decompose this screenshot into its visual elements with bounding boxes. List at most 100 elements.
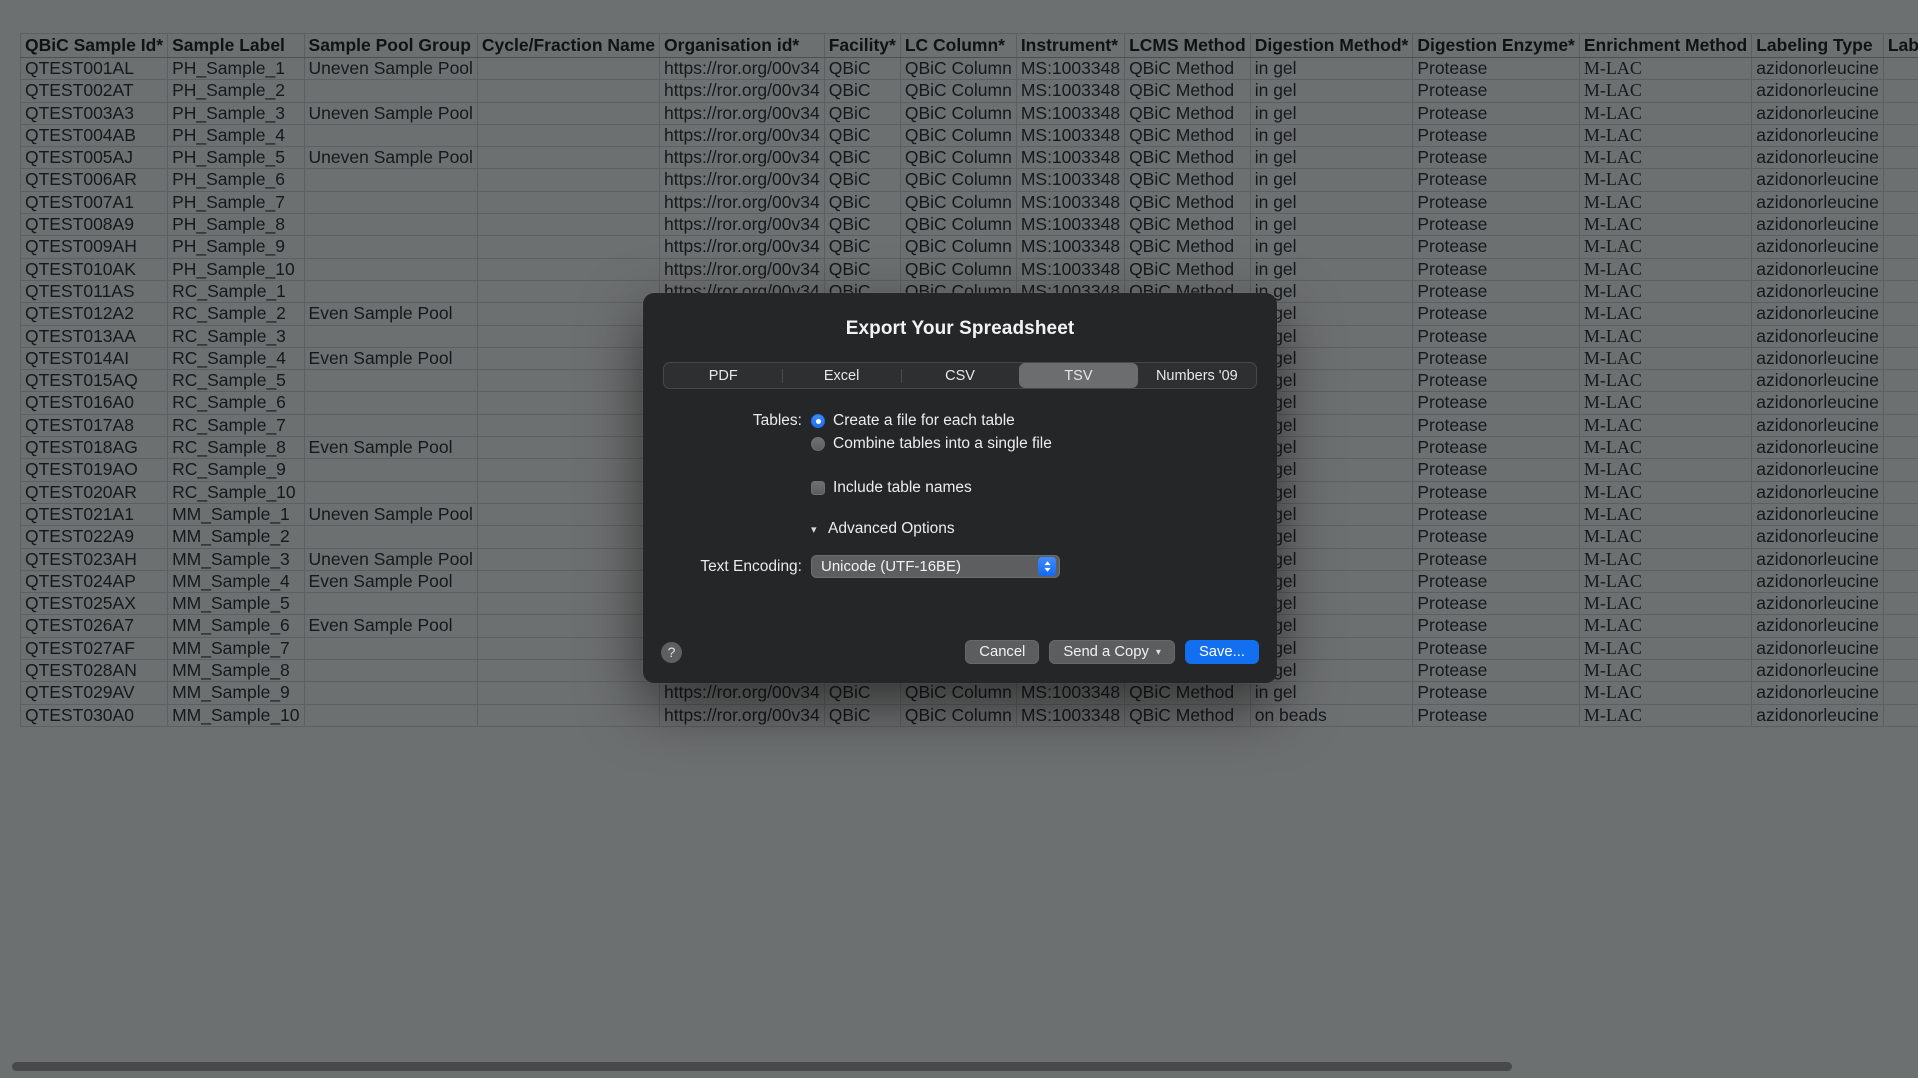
table-cell[interactable]: Protease bbox=[1413, 370, 1580, 392]
table-cell[interactable]: MS:1003348 bbox=[1016, 214, 1124, 236]
table-cell[interactable]: RC_Sample_9 bbox=[168, 459, 304, 481]
table-cell[interactable]: QBiC Column bbox=[900, 80, 1016, 102]
table-cell[interactable]: QTEST027AF bbox=[21, 637, 168, 659]
format-segmented-control[interactable]: PDFExcelCSVTSVNumbers '09 bbox=[663, 362, 1257, 389]
tables-radio-group[interactable]: Create a file for each table Combine tab… bbox=[811, 411, 1052, 457]
table-cell[interactable]: https://ror.org/00v34 bbox=[660, 258, 825, 280]
horizontal-scrollbar[interactable] bbox=[12, 1062, 1906, 1071]
table-cell[interactable] bbox=[477, 214, 659, 236]
table-cell[interactable]: Protease bbox=[1413, 236, 1580, 258]
table-cell[interactable]: Protease bbox=[1413, 414, 1580, 436]
table-cell[interactable]: Protease bbox=[1413, 459, 1580, 481]
table-cell[interactable]: RC_Sample_1 bbox=[168, 280, 304, 302]
table-cell[interactable] bbox=[1883, 102, 1918, 124]
table-cell[interactable]: azidonorleucine bbox=[1752, 503, 1884, 525]
table-cell[interactable] bbox=[477, 370, 659, 392]
table-cell[interactable]: PH_Sample_6 bbox=[168, 169, 304, 191]
table-cell[interactable]: azidonorleucine bbox=[1752, 392, 1884, 414]
table-cell[interactable]: QBiC Method bbox=[1125, 258, 1251, 280]
table-cell[interactable] bbox=[477, 80, 659, 102]
table-cell[interactable]: Uneven Sample Pool bbox=[304, 102, 477, 124]
table-cell[interactable]: QTEST023AH bbox=[21, 548, 168, 570]
column-header[interactable]: Sample Pool Group bbox=[304, 34, 477, 58]
table-cell[interactable] bbox=[1883, 236, 1918, 258]
table-cell[interactable] bbox=[304, 481, 477, 503]
table-cell[interactable]: Protease bbox=[1413, 214, 1580, 236]
column-header[interactable]: QBiC Sample Id* bbox=[21, 34, 168, 58]
table-cell[interactable] bbox=[304, 593, 477, 615]
table-cell[interactable]: QBiC Column bbox=[900, 147, 1016, 169]
table-cell[interactable] bbox=[1883, 660, 1918, 682]
column-header[interactable]: Facility* bbox=[824, 34, 900, 58]
table-cell[interactable] bbox=[1883, 214, 1918, 236]
table-cell[interactable] bbox=[477, 548, 659, 570]
table-cell[interactable] bbox=[1883, 437, 1918, 459]
table-cell[interactable]: Protease bbox=[1413, 347, 1580, 369]
table-cell[interactable]: Protease bbox=[1413, 258, 1580, 280]
table-cell[interactable]: Even Sample Pool bbox=[304, 303, 477, 325]
table-cell[interactable]: Even Sample Pool bbox=[304, 570, 477, 592]
table-cell[interactable]: https://ror.org/00v34 bbox=[660, 124, 825, 146]
table-cell[interactable]: RC_Sample_3 bbox=[168, 325, 304, 347]
table-cell[interactable] bbox=[1883, 704, 1918, 726]
table-row[interactable]: QTEST029AVMM_Sample_9https://ror.org/00v… bbox=[21, 682, 1918, 704]
table-cell[interactable]: QBiC Column bbox=[900, 169, 1016, 191]
table-cell[interactable]: https://ror.org/00v34 bbox=[660, 147, 825, 169]
table-cell[interactable]: M-LAC bbox=[1579, 437, 1751, 459]
table-cell[interactable]: QTEST026A7 bbox=[21, 615, 168, 637]
table-cell[interactable]: M-LAC bbox=[1579, 169, 1751, 191]
table-cell[interactable]: MS:1003348 bbox=[1016, 258, 1124, 280]
table-row[interactable]: QTEST009AHPH_Sample_9https://ror.org/00v… bbox=[21, 236, 1918, 258]
table-cell[interactable] bbox=[304, 124, 477, 146]
table-row[interactable]: QTEST006ARPH_Sample_6https://ror.org/00v… bbox=[21, 169, 1918, 191]
table-cell[interactable]: azidonorleucine bbox=[1752, 660, 1884, 682]
table-cell[interactable]: M-LAC bbox=[1579, 414, 1751, 436]
table-cell[interactable]: Protease bbox=[1413, 280, 1580, 302]
table-cell[interactable]: MM_Sample_2 bbox=[168, 526, 304, 548]
table-cell[interactable]: MM_Sample_10 bbox=[168, 704, 304, 726]
table-cell[interactable]: QBiC Method bbox=[1125, 147, 1251, 169]
table-cell[interactable]: M-LAC bbox=[1579, 347, 1751, 369]
table-cell[interactable]: Protease bbox=[1413, 526, 1580, 548]
table-cell[interactable]: QTEST014AI bbox=[21, 347, 168, 369]
table-cell[interactable]: https://ror.org/00v34 bbox=[660, 682, 825, 704]
table-cell[interactable]: M-LAC bbox=[1579, 593, 1751, 615]
table-cell[interactable] bbox=[477, 325, 659, 347]
table-cell[interactable]: https://ror.org/00v34 bbox=[660, 704, 825, 726]
table-cell[interactable]: QTEST021A1 bbox=[21, 503, 168, 525]
column-header[interactable]: Instrument* bbox=[1016, 34, 1124, 58]
table-cell[interactable]: https://ror.org/00v34 bbox=[660, 214, 825, 236]
table-cell[interactable]: QBiC Method bbox=[1125, 80, 1251, 102]
table-cell[interactable]: M-LAC bbox=[1579, 392, 1751, 414]
table-cell[interactable]: Protease bbox=[1413, 503, 1580, 525]
table-cell[interactable] bbox=[477, 682, 659, 704]
table-cell[interactable] bbox=[477, 459, 659, 481]
table-row[interactable]: QTEST007A1PH_Sample_7https://ror.org/00v… bbox=[21, 191, 1918, 213]
table-cell[interactable]: Protease bbox=[1413, 325, 1580, 347]
table-cell[interactable] bbox=[304, 325, 477, 347]
table-cell[interactable] bbox=[477, 637, 659, 659]
table-cell[interactable] bbox=[477, 660, 659, 682]
table-cell[interactable] bbox=[477, 147, 659, 169]
format-tab-pdf[interactable]: PDF bbox=[664, 363, 782, 388]
table-cell[interactable]: M-LAC bbox=[1579, 370, 1751, 392]
table-cell[interactable]: QBiC Method bbox=[1125, 191, 1251, 213]
table-cell[interactable]: PH_Sample_7 bbox=[168, 191, 304, 213]
table-cell[interactable] bbox=[477, 615, 659, 637]
table-cell[interactable]: azidonorleucine bbox=[1752, 414, 1884, 436]
column-header[interactable]: Label bbox=[1883, 34, 1918, 58]
table-cell[interactable]: RC_Sample_7 bbox=[168, 414, 304, 436]
chevron-down-icon[interactable]: ▾ bbox=[811, 523, 825, 536]
include-table-names-checkbox[interactable] bbox=[811, 481, 825, 495]
table-cell[interactable]: MS:1003348 bbox=[1016, 191, 1124, 213]
table-cell[interactable] bbox=[1883, 593, 1918, 615]
table-cell[interactable]: in gel bbox=[1250, 124, 1413, 146]
table-cell[interactable]: https://ror.org/00v34 bbox=[660, 58, 825, 80]
table-cell[interactable]: QBiC bbox=[824, 191, 900, 213]
table-cell[interactable]: azidonorleucine bbox=[1752, 303, 1884, 325]
table-cell[interactable]: Protease bbox=[1413, 637, 1580, 659]
table-cell[interactable] bbox=[1883, 414, 1918, 436]
table-cell[interactable]: MS:1003348 bbox=[1016, 169, 1124, 191]
table-cell[interactable]: QTEST007A1 bbox=[21, 191, 168, 213]
table-cell[interactable]: https://ror.org/00v34 bbox=[660, 169, 825, 191]
